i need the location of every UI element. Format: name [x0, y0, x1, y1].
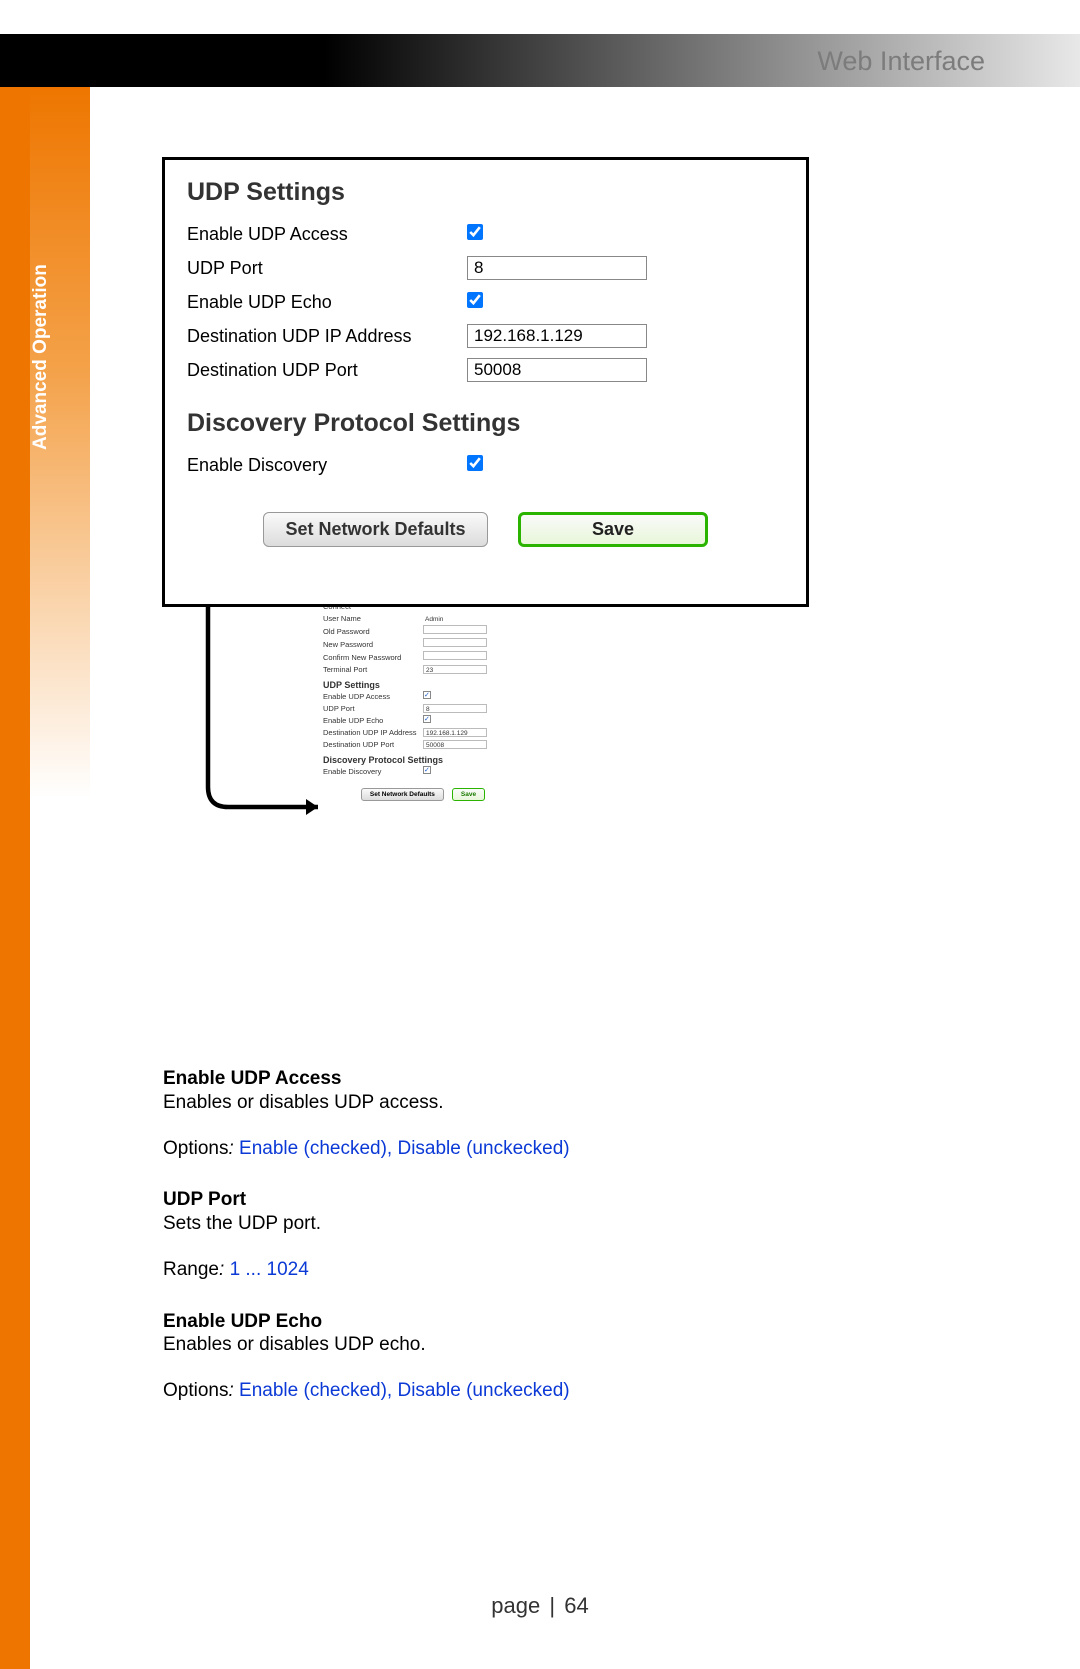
- udp-port-input[interactable]: [467, 256, 647, 280]
- parameter-descriptions: Enable UDP Access Enables or disables UD…: [163, 1067, 863, 1431]
- desc-port-opt-prefix: Range: [163, 1259, 219, 1280]
- desc-echo-opt-colon: :: [228, 1380, 239, 1401]
- desc-port-opt-colon: :: [219, 1259, 230, 1280]
- udp-settings-title: UDP Settings: [187, 178, 784, 207]
- thumb-tcp-termport-label: Terminal Port: [323, 664, 423, 676]
- thumb-tcp-user-value: Admin: [423, 615, 487, 624]
- udp-settings-dialog: UDP Settings Enable UDP Access UDP Port …: [162, 157, 809, 607]
- footer-separator: |: [549, 1593, 555, 1618]
- thumb-udp-destip-value: 192.168.1.129: [423, 728, 487, 737]
- enable-discovery-label: Enable Discovery: [187, 455, 467, 476]
- header-breadcrumb: Web Interface: [817, 46, 985, 77]
- desc-echo-opt-prefix: Options: [163, 1380, 228, 1401]
- desc-port-opt-value: 1 ... 1024: [230, 1259, 309, 1280]
- thumb-tcp-newpwd-label: New Password: [323, 639, 423, 651]
- enable-udp-access-checkbox[interactable]: [467, 224, 483, 240]
- dest-udp-ip-input[interactable]: [467, 324, 647, 348]
- desc-access-opt-colon: :: [228, 1138, 239, 1159]
- thumb-tcp-oldpwd-label: Old Password: [323, 626, 423, 638]
- thumb-udp-destport-value: 50008: [423, 740, 487, 749]
- thumb-udp-destport-label: Destination UDP Port: [323, 739, 423, 751]
- thumb-tcp-newpwd-field: [423, 638, 487, 647]
- set-network-defaults-button[interactable]: Set Network Defaults: [263, 512, 488, 547]
- side-section-label: Advanced Operation: [30, 150, 60, 450]
- desc-port-title: UDP Port: [163, 1188, 863, 1212]
- udp-port-label: UDP Port: [187, 258, 467, 279]
- thumb-udp-title: UDP Settings: [323, 680, 523, 690]
- thumb-disc-check: [423, 766, 431, 774]
- thumb-tcp-confpwd-field: [423, 651, 487, 660]
- desc-port-body: Sets the UDP port.: [163, 1212, 863, 1236]
- desc-echo-body: Enables or disables UDP echo.: [163, 1333, 863, 1357]
- desc-access-opt-value: Enable (checked), Disable (unckecked): [239, 1138, 570, 1159]
- thumb-udp-port-label: UDP Port: [323, 703, 423, 715]
- callout-arrow-icon: [198, 607, 338, 817]
- thumb-tcp-oldpwd-field: [423, 625, 487, 634]
- thumb-tcp-confpwd-label: Confirm New Password: [323, 652, 423, 664]
- discovery-settings-title: Discovery Protocol Settings: [187, 409, 784, 438]
- save-button[interactable]: Save: [518, 512, 708, 547]
- thumb-udp-enable-check: [423, 691, 431, 699]
- thumb-udp-echo-check: [423, 715, 431, 723]
- thumb-save-button: Save: [452, 788, 485, 801]
- dest-udp-port-label: Destination UDP Port: [187, 360, 467, 381]
- thumb-disc-title: Discovery Protocol Settings: [323, 755, 523, 765]
- left-orange-stripe: [0, 87, 30, 1669]
- enable-discovery-checkbox[interactable]: [467, 455, 483, 471]
- desc-echo-opt-value: Enable (checked), Disable (unckecked): [239, 1380, 570, 1401]
- enable-udp-access-label: Enable UDP Access: [187, 224, 467, 245]
- thumb-udp-enable-label: Enable UDP Access: [323, 691, 423, 703]
- desc-access-title: Enable UDP Access: [163, 1067, 863, 1091]
- thumb-set-defaults-button: Set Network Defaults: [361, 788, 444, 801]
- dest-udp-port-input[interactable]: [467, 358, 647, 382]
- thumbnail-help-button: ? Help: [812, 468, 843, 478]
- footer-label: page: [491, 1593, 540, 1618]
- enable-udp-echo-label: Enable UDP Echo: [187, 292, 467, 313]
- thumb-udp-echo-label: Enable UDP Echo: [323, 715, 423, 727]
- footer-page-number: 64: [564, 1593, 588, 1618]
- desc-echo-title: Enable UDP Echo: [163, 1310, 863, 1334]
- thumb-tcp-user-label: User Name: [323, 613, 423, 625]
- page-footer: page | 64: [0, 1593, 1080, 1619]
- desc-access-opt-prefix: Options: [163, 1138, 228, 1159]
- thumb-udp-port-value: 8: [423, 704, 487, 713]
- dest-udp-ip-label: Destination UDP IP Address: [187, 326, 467, 347]
- thumb-udp-destip-label: Destination UDP IP Address: [323, 727, 423, 739]
- thumb-disc-label: Enable Discovery: [323, 766, 423, 778]
- enable-udp-echo-checkbox[interactable]: [467, 292, 483, 308]
- thumb-tcp-termport-value: 23: [423, 665, 487, 674]
- desc-access-body: Enables or disables UDP access.: [163, 1091, 863, 1115]
